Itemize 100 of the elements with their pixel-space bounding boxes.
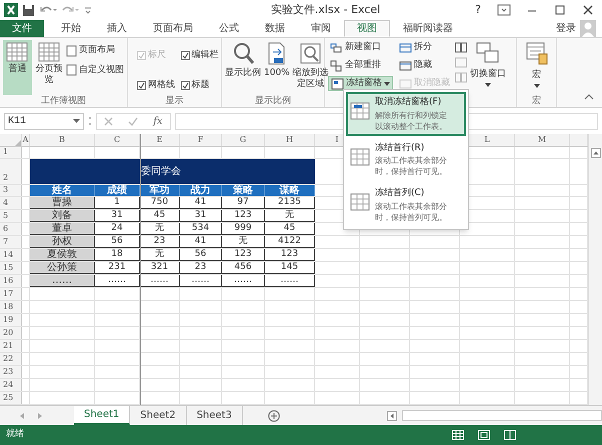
row-header[interactable]: 15 (0, 262, 22, 274)
check-icon (138, 82, 145, 89)
macros-button[interactable]: 宏 (526, 40, 548, 95)
ribbon-tab[interactable]: 开始 (48, 20, 94, 37)
maximize-icon[interactable] (553, 4, 567, 16)
status-text: 就绪 (6, 428, 25, 442)
view-button[interactable]: 自定义视图 (66, 64, 124, 77)
ribbon-tab[interactable]: 审阅 (298, 20, 344, 37)
row-header[interactable]: 14 (0, 249, 22, 261)
ribbon-tab[interactable]: 公式 (206, 20, 252, 37)
ribbon-tab[interactable]: 福昕阅读器 (390, 20, 466, 37)
normal-view-icon[interactable] (452, 430, 464, 440)
view-button[interactable]: 普通 (3, 40, 32, 95)
row-header[interactable]: 4 (0, 197, 22, 209)
grid-icon (6, 42, 28, 62)
row-header[interactable]: 19 (0, 314, 22, 326)
zoom-button[interactable]: 缩放到选定区域 (292, 40, 329, 95)
save-icon[interactable] (22, 4, 35, 16)
new-window-icon (330, 42, 343, 54)
close-icon[interactable] (581, 4, 595, 16)
column-heading: 姓名 (30, 185, 95, 196)
dropdown-caret-icon (384, 80, 390, 86)
view-button[interactable]: 页面布局 (66, 44, 124, 58)
name-box[interactable]: K11 (4, 112, 84, 130)
row-header[interactable]: 3 (0, 185, 22, 196)
table-cell: 123 (265, 249, 315, 261)
column-header[interactable]: A (22, 134, 30, 146)
table-cell: 董卓 (30, 223, 95, 235)
table-cell: 2135 (265, 197, 315, 209)
column-header[interactable]: H (265, 134, 315, 146)
row-header[interactable]: 25 (0, 392, 22, 404)
row-header[interactable]: 7 (0, 236, 22, 248)
table-cell: 97 (222, 197, 265, 209)
check-icon (138, 52, 145, 60)
window-button[interactable]: 隐藏 (397, 58, 452, 73)
menu-item-description: 滚动工作表其余部分时，保持首行可见。 (375, 155, 448, 177)
check-icon (182, 52, 188, 60)
row-header[interactable]: 18 (0, 301, 22, 313)
column-header[interactable]: G (222, 134, 265, 146)
ribbon-tab[interactable]: 数据 (252, 20, 298, 37)
menu-item[interactable]: 冻结首列(C) 滚动工作表其余部分时，保持首列可见。 (346, 183, 466, 226)
column-heading: 策略 (222, 185, 265, 196)
column-header[interactable]: M (515, 134, 570, 146)
macro-sheet-icon (526, 42, 548, 66)
table-cell: 456 (222, 262, 265, 274)
page-layout-view-icon[interactable] (478, 430, 490, 440)
ribbon-tab[interactable]: 视图 (344, 20, 390, 37)
row-header[interactable]: 23 (0, 366, 22, 378)
ribbon-tab[interactable]: 文件 (0, 20, 44, 37)
scroll-left-icon[interactable] (387, 410, 397, 420)
window-button[interactable]: 全部重排 (328, 58, 393, 73)
row-header[interactable]: 5 (0, 210, 22, 222)
menu-item[interactable]: 取消冻结窗格(F) 解除所有行和列锁定以滚动整个工作表。 (346, 92, 466, 136)
table-cell: 4122 (265, 236, 315, 248)
side-by-side-icon[interactable] (455, 42, 467, 53)
table-cell: 123 (222, 249, 265, 261)
column-header[interactable]: B (30, 134, 95, 146)
window-button[interactable]: 冻结窗格 (328, 76, 393, 91)
insert-function-button[interactable]: fx (153, 114, 163, 128)
help-button[interactable]: ? (468, 2, 488, 18)
switch-windows-button[interactable]: 切换窗口 (470, 40, 506, 95)
window-button[interactable]: 新建窗口 (328, 40, 393, 55)
row-header[interactable]: 16 (0, 275, 22, 287)
row-header[interactable]: 21 (0, 340, 22, 352)
table-cell: 23 (140, 236, 180, 248)
add-sheet-icon[interactable] (268, 410, 280, 422)
check-icon (182, 82, 188, 89)
row-header[interactable]: 6 (0, 223, 22, 235)
sign-in-link[interactable]: 登录 (556, 21, 576, 36)
menu-item-title: 冻结首行(R) (375, 142, 426, 154)
row-header[interactable]: 1 (0, 147, 22, 158)
table-cell: 曹操 (30, 197, 95, 209)
table-cell: 56 (95, 236, 140, 248)
collapse-ribbon-icon[interactable] (584, 93, 594, 101)
row-header[interactable]: 22 (0, 353, 22, 365)
column-header[interactable]: F (180, 134, 222, 146)
zoom-selection-icon (299, 42, 322, 65)
checkbox[interactable]: 编辑栏 (180, 46, 218, 66)
view-button[interactable]: 分页预览 (34, 40, 63, 95)
row-header[interactable]: 20 (0, 327, 22, 339)
row-header[interactable]: 17 (0, 288, 22, 300)
page-break-view-icon[interactable] (504, 430, 516, 440)
horizontal-scrollbar[interactable] (402, 410, 602, 421)
sheet-grid-icon (350, 193, 370, 211)
checkbox[interactable]: 标题 (180, 76, 218, 95)
zoom-button[interactable]: 100% (264, 40, 290, 95)
row-header[interactable]: 24 (0, 379, 22, 391)
ribbon-display-options-icon[interactable] (497, 4, 511, 16)
sheet-tab[interactable]: Sheet1 (74, 406, 130, 425)
scroll-up-icon[interactable] (590, 148, 600, 158)
table-cell: 534 (180, 223, 222, 235)
table-cell: 刘备 (30, 210, 95, 222)
row-header[interactable]: 2 (0, 159, 22, 184)
window-button[interactable]: 拆分 (397, 40, 452, 55)
column-heading: 成绩 (95, 185, 140, 196)
ribbon-tab[interactable]: 插入 (94, 20, 140, 37)
zoom-button[interactable]: 显示比例 (225, 40, 261, 95)
ribbon-tab[interactable]: 页面布局 (140, 20, 206, 37)
table-cell: 23 (180, 262, 222, 274)
checkbox[interactable]: 网格线 (137, 76, 174, 95)
